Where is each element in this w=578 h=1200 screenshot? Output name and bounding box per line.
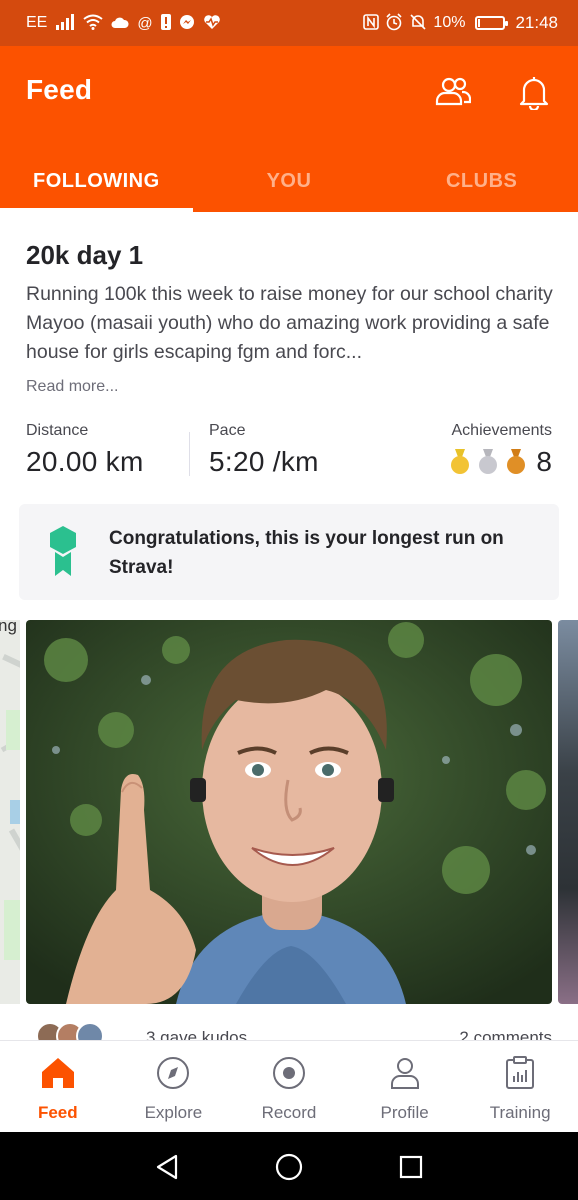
clipboard-chart-icon bbox=[506, 1056, 535, 1089]
alert-icon bbox=[160, 13, 171, 33]
nfc-icon bbox=[363, 13, 380, 33]
cloud-icon bbox=[111, 15, 129, 32]
battery-percent: 10% bbox=[433, 14, 466, 31]
route-map-thumbnail[interactable]: ng bbox=[0, 620, 20, 1004]
comments-count[interactable]: 2 comments bbox=[459, 1028, 552, 1040]
nav-label: Training bbox=[489, 1103, 551, 1122]
activity-title[interactable]: 20k day 1 bbox=[26, 240, 143, 271]
congratulations-banner: Congratulations, this is your longest ru… bbox=[19, 504, 559, 600]
feed-tabs: FOLLOWING YOU CLUBS bbox=[0, 150, 578, 212]
page-title: Feed bbox=[26, 74, 93, 105]
status-bar: EE @ 10% 21:48 bbox=[0, 0, 578, 46]
wifi-icon bbox=[83, 14, 103, 33]
bronze-medal-icon bbox=[507, 449, 526, 474]
kudos-avatars[interactable] bbox=[36, 1022, 104, 1040]
recents-button[interactable] bbox=[396, 1152, 426, 1182]
back-triangle-icon bbox=[156, 1154, 178, 1180]
silver-medal-icon bbox=[479, 449, 498, 474]
congratulations-text: Congratulations, this is your longest ru… bbox=[109, 528, 504, 578]
avatar bbox=[76, 1022, 104, 1040]
kudos-count[interactable]: 3 gave kudos bbox=[146, 1028, 247, 1040]
bottom-navigation: Feed Explore Record Profile Training bbox=[0, 1040, 578, 1132]
messenger-icon bbox=[179, 14, 195, 33]
achievements-stat[interactable]: Achievements 8 bbox=[450, 422, 552, 478]
tab-following[interactable]: FOLLOWING bbox=[0, 150, 193, 212]
heart-rate-icon bbox=[203, 14, 221, 33]
distance-stat: Distance 20.00 km bbox=[26, 422, 144, 478]
nav-label: Record bbox=[261, 1103, 317, 1122]
app-header: Feed FOLLOWING YOU CLUBS bbox=[0, 46, 578, 212]
social-row: 3 gave kudos 2 comments bbox=[0, 1018, 578, 1040]
back-button[interactable] bbox=[152, 1152, 182, 1182]
mute-bell-icon bbox=[409, 13, 427, 34]
home-circle-icon bbox=[275, 1153, 303, 1181]
activity-photo[interactable] bbox=[26, 620, 552, 1004]
system-navigation-bar bbox=[0, 1132, 578, 1200]
achievements-label: Achievements bbox=[451, 422, 553, 439]
distance-value: 20.00 km bbox=[26, 446, 144, 477]
nav-training[interactable]: Training bbox=[462, 1041, 578, 1132]
bell-icon bbox=[519, 77, 549, 110]
pace-stat: Pace 5:20 /km bbox=[209, 422, 319, 478]
activity-media[interactable]: ng bbox=[0, 620, 578, 1006]
at-icon: @ bbox=[137, 14, 153, 32]
person-icon bbox=[390, 1058, 419, 1089]
home-icon bbox=[41, 1058, 74, 1088]
nav-label: Explore bbox=[144, 1103, 203, 1122]
distance-label: Distance bbox=[26, 422, 89, 439]
compass-icon bbox=[157, 1057, 190, 1089]
alarm-icon bbox=[385, 12, 403, 34]
carrier-label: EE bbox=[26, 14, 48, 31]
pace-value: 5:20 /km bbox=[209, 446, 319, 477]
achievement-badge-icon bbox=[50, 526, 76, 576]
selfie-image bbox=[26, 620, 552, 1004]
battery-icon bbox=[475, 16, 509, 30]
signal-icon bbox=[55, 13, 75, 33]
read-more-link[interactable]: Read more... bbox=[26, 378, 118, 396]
nav-record[interactable]: Record bbox=[231, 1041, 347, 1132]
nav-explore[interactable]: Explore bbox=[116, 1041, 232, 1132]
people-icon bbox=[435, 77, 471, 106]
gold-medal-icon bbox=[451, 449, 470, 474]
record-icon bbox=[272, 1057, 305, 1089]
home-button[interactable] bbox=[274, 1152, 304, 1182]
nav-label: Feed bbox=[37, 1103, 78, 1122]
notifications-button[interactable] bbox=[514, 72, 554, 112]
recents-square-icon bbox=[399, 1155, 423, 1179]
clock: 21:48 bbox=[515, 13, 558, 32]
achievements-count: 8 bbox=[536, 446, 552, 477]
pace-label: Pace bbox=[209, 422, 246, 439]
find-friends-button[interactable] bbox=[432, 72, 472, 112]
nav-feed[interactable]: Feed bbox=[0, 1041, 116, 1132]
nav-profile[interactable]: Profile bbox=[347, 1041, 463, 1132]
stat-divider bbox=[189, 432, 190, 476]
nav-label: Profile bbox=[380, 1103, 429, 1122]
map-place-label: ng bbox=[0, 620, 17, 635]
tab-you[interactable]: YOU bbox=[193, 150, 386, 212]
next-photo-thumbnail[interactable] bbox=[558, 620, 578, 1004]
activity-description: Running 100k this week to raise money fo… bbox=[26, 283, 553, 363]
tab-clubs[interactable]: CLUBS bbox=[385, 150, 578, 212]
